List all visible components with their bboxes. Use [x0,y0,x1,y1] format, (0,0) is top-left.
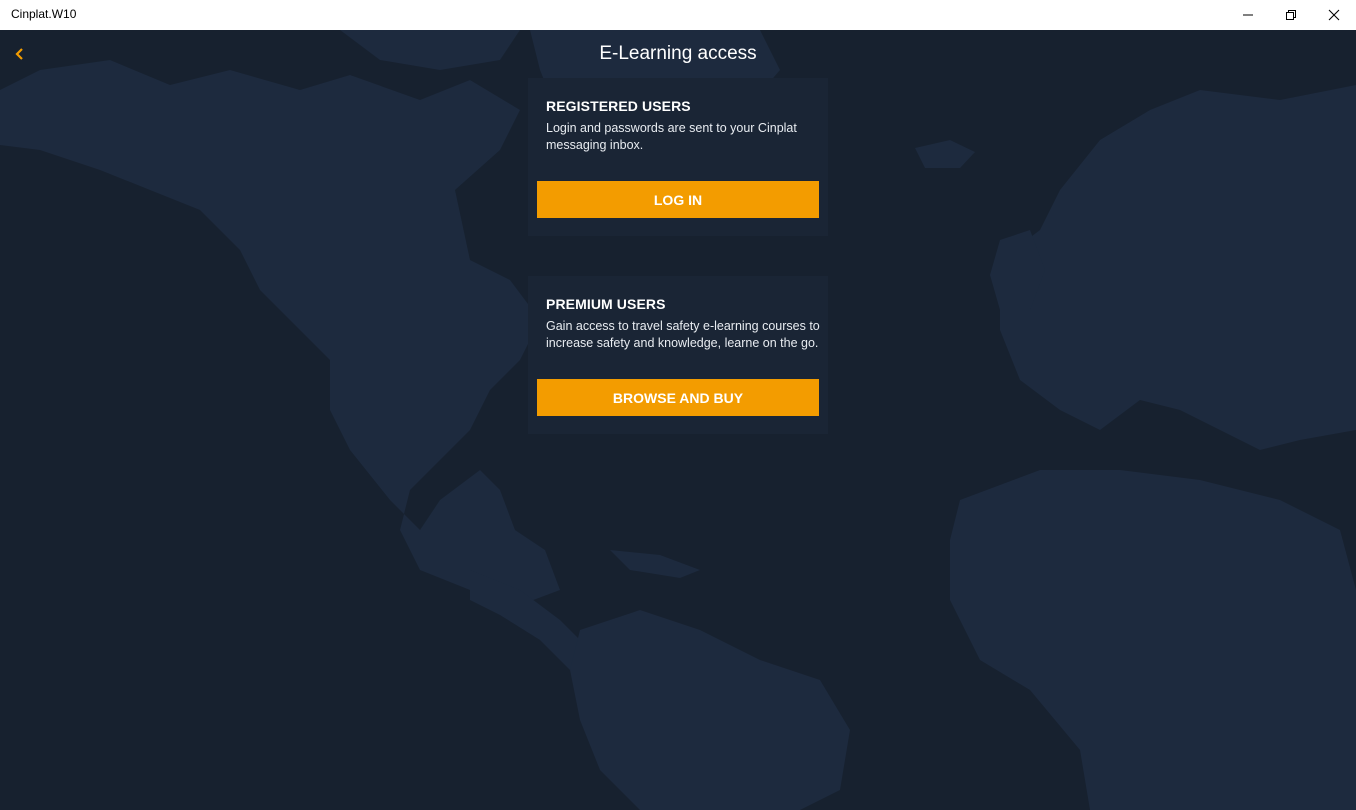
app-content: E-Learning access REGISTERED USERS Login… [0,30,1356,810]
window-titlebar: Cinplat.W10 [0,0,1356,30]
close-icon [1328,9,1340,21]
card-heading: REGISTERED USERS [546,98,691,114]
restore-icon [1286,10,1296,20]
card-heading: PREMIUM USERS [546,296,666,312]
browse-and-buy-button[interactable]: BROWSE AND BUY [537,379,819,416]
page-title: E-Learning access [599,43,757,64]
premium-users-card: PREMIUM USERS Gain access to travel safe… [528,276,828,434]
restore-button[interactable] [1269,0,1313,30]
card-description: Login and passwords are sent to your Cin… [546,121,797,152]
close-button[interactable] [1312,0,1356,30]
minimize-icon [1243,14,1253,16]
app-title: Cinplat.W10 [11,7,77,21]
card-description: Gain access to travel safety e-learning … [546,319,820,350]
minimize-button[interactable] [1226,0,1270,30]
registered-users-card: REGISTERED USERS Login and passwords are… [528,78,828,236]
log-in-button[interactable]: LOG IN [537,181,819,218]
